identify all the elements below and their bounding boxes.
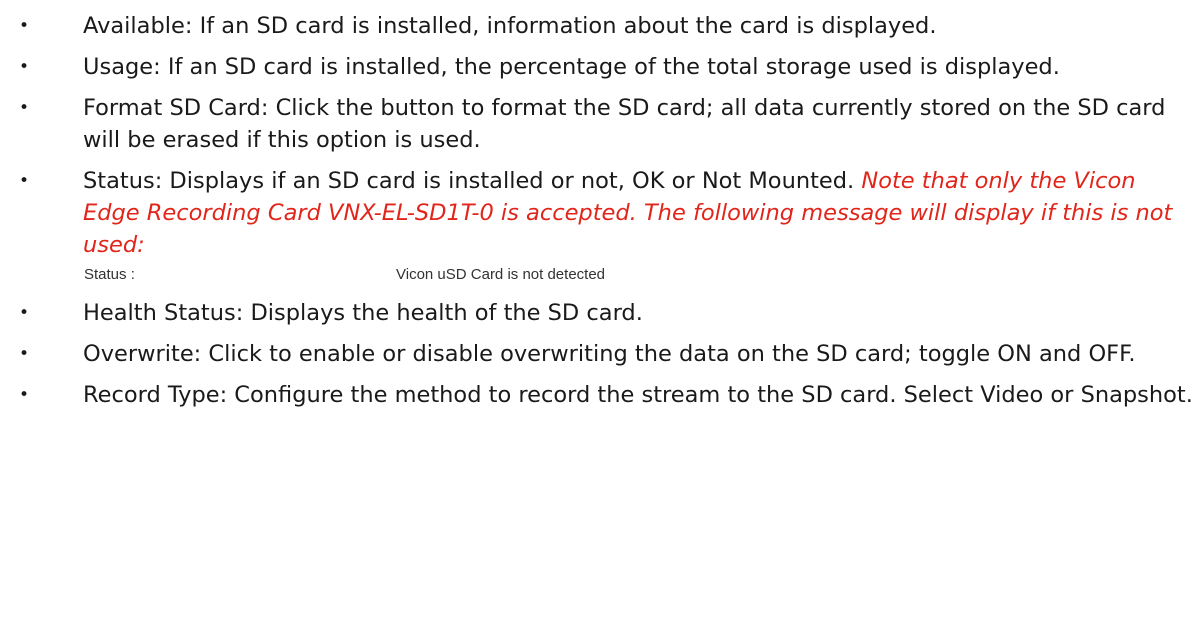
item-text: Usage: If an SD card is installed, the p… <box>83 54 1060 80</box>
item-text: Overwrite: Click to enable or disable ov… <box>83 341 1136 367</box>
list-item-record-type: • Record Type: Configure the method to r… <box>0 379 1199 411</box>
bullet-icon: • <box>19 171 30 191</box>
bullet-icon: • <box>19 98 30 118</box>
list-item-usage: • Usage: If an SD card is installed, the… <box>0 51 1199 83</box>
bullet-icon: • <box>19 303 30 323</box>
list-item-format-sd-card: • Format SD Card: Click the button to fo… <box>0 92 1199 156</box>
item-text: Format SD Card: Click the button to form… <box>83 95 1166 153</box>
item-text: Record Type: Configure the method to rec… <box>83 382 1193 408</box>
bullet-icon: • <box>19 344 30 364</box>
list-item-overwrite: • Overwrite: Click to enable or disable … <box>0 338 1199 370</box>
item-text: Status: Displays if an SD card is instal… <box>83 168 862 194</box>
status-label: Status : <box>84 266 135 283</box>
list-item-health-status: • Health Status: Displays the health of … <box>0 297 1199 329</box>
bullet-icon: • <box>19 385 30 405</box>
status-message-screenshot: Status : Vicon uSD Card is not detected <box>84 262 1199 288</box>
bullet-icon: • <box>19 57 30 77</box>
item-text: Available: If an SD card is installed, i… <box>83 13 937 39</box>
list-item-available: • Available: If an SD card is installed,… <box>0 10 1199 42</box>
bullet-icon: • <box>19 16 30 36</box>
list-item-status: • Status: Displays if an SD card is inst… <box>0 165 1199 261</box>
status-value: Vicon uSD Card is not detected <box>396 266 606 283</box>
item-text: Health Status: Displays the health of th… <box>83 300 643 326</box>
bullet-list: • Available: If an SD card is installed,… <box>0 0 1199 411</box>
